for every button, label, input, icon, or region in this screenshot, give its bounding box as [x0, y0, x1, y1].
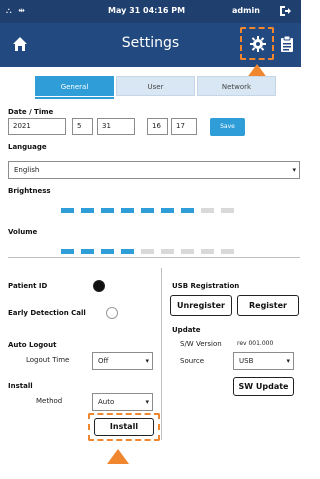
status-bar: ⛬ ⇹ May 31 04:16 PM admin	[0, 0, 301, 23]
column-divider	[161, 268, 162, 440]
brightness-segment	[221, 208, 234, 213]
tab-general[interactable]: General	[35, 76, 114, 96]
active-tab-indicator	[35, 97, 114, 99]
volume-segment	[221, 249, 234, 254]
volume-segment	[121, 249, 134, 254]
auto-logout-label: Auto Logout	[8, 341, 57, 349]
day-field[interactable]: 31	[97, 118, 135, 135]
install-method-label: Method	[36, 397, 63, 405]
brightness-segment	[181, 208, 194, 213]
month-field[interactable]: 5	[72, 118, 93, 135]
sw-version-label: S/W Version	[180, 340, 222, 348]
update-label: Update	[172, 326, 201, 334]
gear-highlight-box	[240, 27, 274, 60]
brightness-segment	[81, 208, 94, 213]
language-label: Language	[8, 143, 47, 151]
date-time-label: Date / Time	[8, 108, 54, 116]
hour-field[interactable]: 16	[147, 118, 168, 135]
save-button[interactable]: Save	[210, 118, 245, 136]
language-select[interactable]: English ▾	[8, 161, 300, 179]
logout-time-value: Off	[98, 357, 109, 365]
early-detection-label: Early Detection Call	[8, 309, 86, 317]
section-divider	[8, 257, 300, 258]
tab-general-label: General	[60, 83, 89, 91]
chevron-down-icon: ▾	[145, 398, 149, 406]
tab-user-label: User	[147, 83, 164, 91]
brightness-segment	[161, 208, 174, 213]
brightness-segment	[101, 208, 114, 213]
chevron-down-icon: ▾	[292, 166, 296, 174]
sw-version-value: rev 001.000	[237, 340, 274, 347]
source-label: Source	[180, 357, 205, 365]
logout-icon[interactable]	[278, 4, 292, 18]
year-field[interactable]: 2021	[8, 118, 66, 135]
chevron-down-icon: ▾	[145, 357, 149, 365]
usb-registration-label: USB Registration	[172, 282, 240, 290]
volume-segment	[141, 249, 154, 254]
minute-field[interactable]: 17	[171, 118, 197, 135]
source-select[interactable]: USB ▾	[233, 352, 294, 370]
early-detection-radio[interactable]	[106, 307, 118, 319]
install-label: Install	[8, 382, 33, 390]
volume-segment	[101, 249, 114, 254]
volume-segment	[161, 249, 174, 254]
volume-segment	[61, 249, 74, 254]
patient-id-radio[interactable]	[93, 280, 105, 292]
install-pointer-arrow	[107, 449, 129, 464]
sw-update-button[interactable]: SW Update	[233, 377, 294, 396]
install-highlight-box	[88, 413, 160, 441]
volume-label: Volume	[8, 228, 38, 236]
volume-segment	[201, 249, 214, 254]
current-user: admin	[232, 6, 260, 15]
tab-network-label: Network	[221, 83, 252, 91]
tab-user[interactable]: User	[116, 76, 195, 96]
brightness-label: Brightness	[8, 187, 51, 195]
brightness-segment	[61, 208, 74, 213]
volume-slider[interactable]	[61, 249, 241, 254]
register-button[interactable]: Register	[237, 295, 299, 316]
logout-time-select[interactable]: Off ▾	[92, 352, 153, 370]
brightness-segment	[141, 208, 154, 213]
volume-segment	[181, 249, 194, 254]
language-value: English	[14, 166, 40, 174]
volume-segment	[81, 249, 94, 254]
brightness-segment	[201, 208, 214, 213]
chevron-down-icon: ▾	[286, 357, 290, 365]
network-usb-icons: ⛬ ⇹	[6, 6, 27, 15]
clipboard-icon[interactable]	[280, 36, 294, 52]
unregister-button[interactable]: Unregister	[170, 295, 232, 316]
tab-network[interactable]: Network	[197, 76, 276, 96]
brightness-segment	[121, 208, 134, 213]
install-method-select[interactable]: Auto ▾	[92, 393, 153, 411]
logout-time-label: Logout Time	[26, 356, 70, 364]
brightness-slider[interactable]	[61, 208, 241, 213]
source-value: USB	[239, 357, 254, 365]
status-date-time: May 31 04:16 PM	[108, 6, 186, 15]
install-method-value: Auto	[98, 398, 115, 406]
patient-id-label: Patient ID	[8, 282, 48, 290]
